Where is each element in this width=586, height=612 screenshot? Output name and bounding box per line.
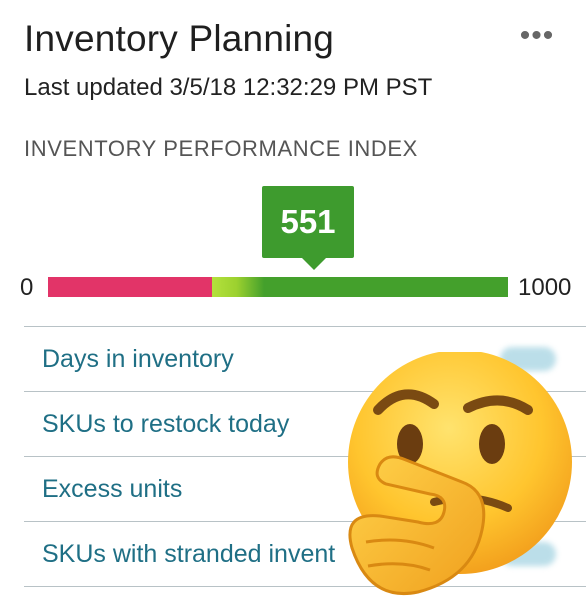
score-marker: 551 [262,186,354,270]
gauge-min-label: 0 [20,274,34,301]
inventory-planning-card: Inventory Planning ••• Last updated 3/5/… [0,0,586,612]
performance-index-bar [48,277,508,297]
metric-link-excess-units[interactable]: Excess units [24,475,182,504]
metric-link-stranded-inventory[interactable]: SKUs with stranded invent [24,540,335,569]
gauge-max-label: 1000 [518,274,572,301]
thinking-face-emoji-icon [348,352,572,595]
metric-link-skus-to-restock[interactable]: SKUs to restock today [24,410,289,439]
more-options-button[interactable]: ••• [512,16,562,56]
section-title: INVENTORY PERFORMANCE INDEX [24,136,418,161]
last-updated-text: Last updated 3/5/18 12:32:29 PM PST [24,74,433,101]
metric-link-days-in-inventory[interactable]: Days in inventory [24,345,234,374]
card-title: Inventory Planning [24,18,335,59]
